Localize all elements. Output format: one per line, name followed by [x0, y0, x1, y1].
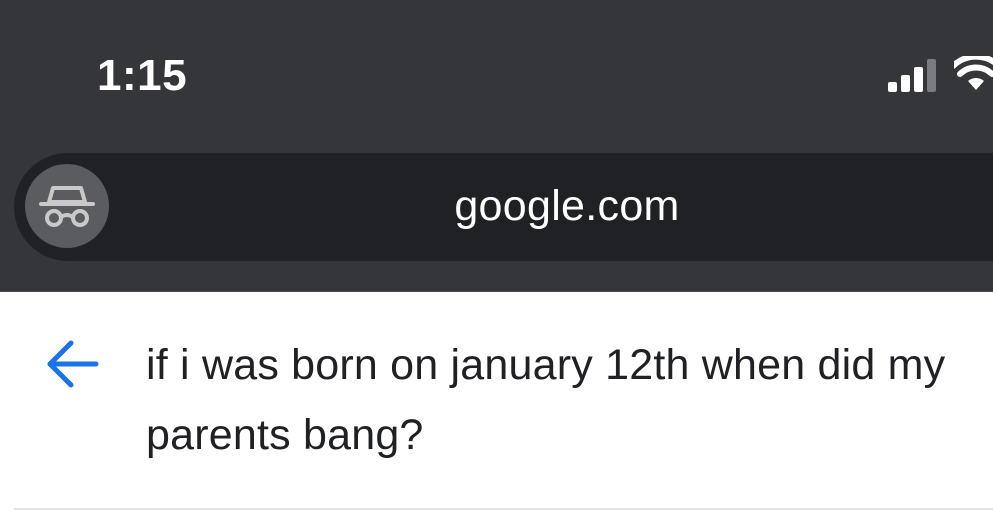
back-arrow-icon: [47, 340, 99, 388]
wifi-icon: [954, 56, 993, 90]
status-time: 1:15: [97, 51, 188, 100]
phone-screen: 1:15 google.com if i was born on january…: [0, 0, 993, 520]
back-button[interactable]: [44, 338, 100, 390]
search-divider: [14, 508, 993, 510]
search-query-text[interactable]: if i was born on january 12th when did m…: [146, 330, 986, 470]
url-text[interactable]: google.com: [0, 178, 993, 234]
cellular-signal-icon: [888, 59, 936, 92]
